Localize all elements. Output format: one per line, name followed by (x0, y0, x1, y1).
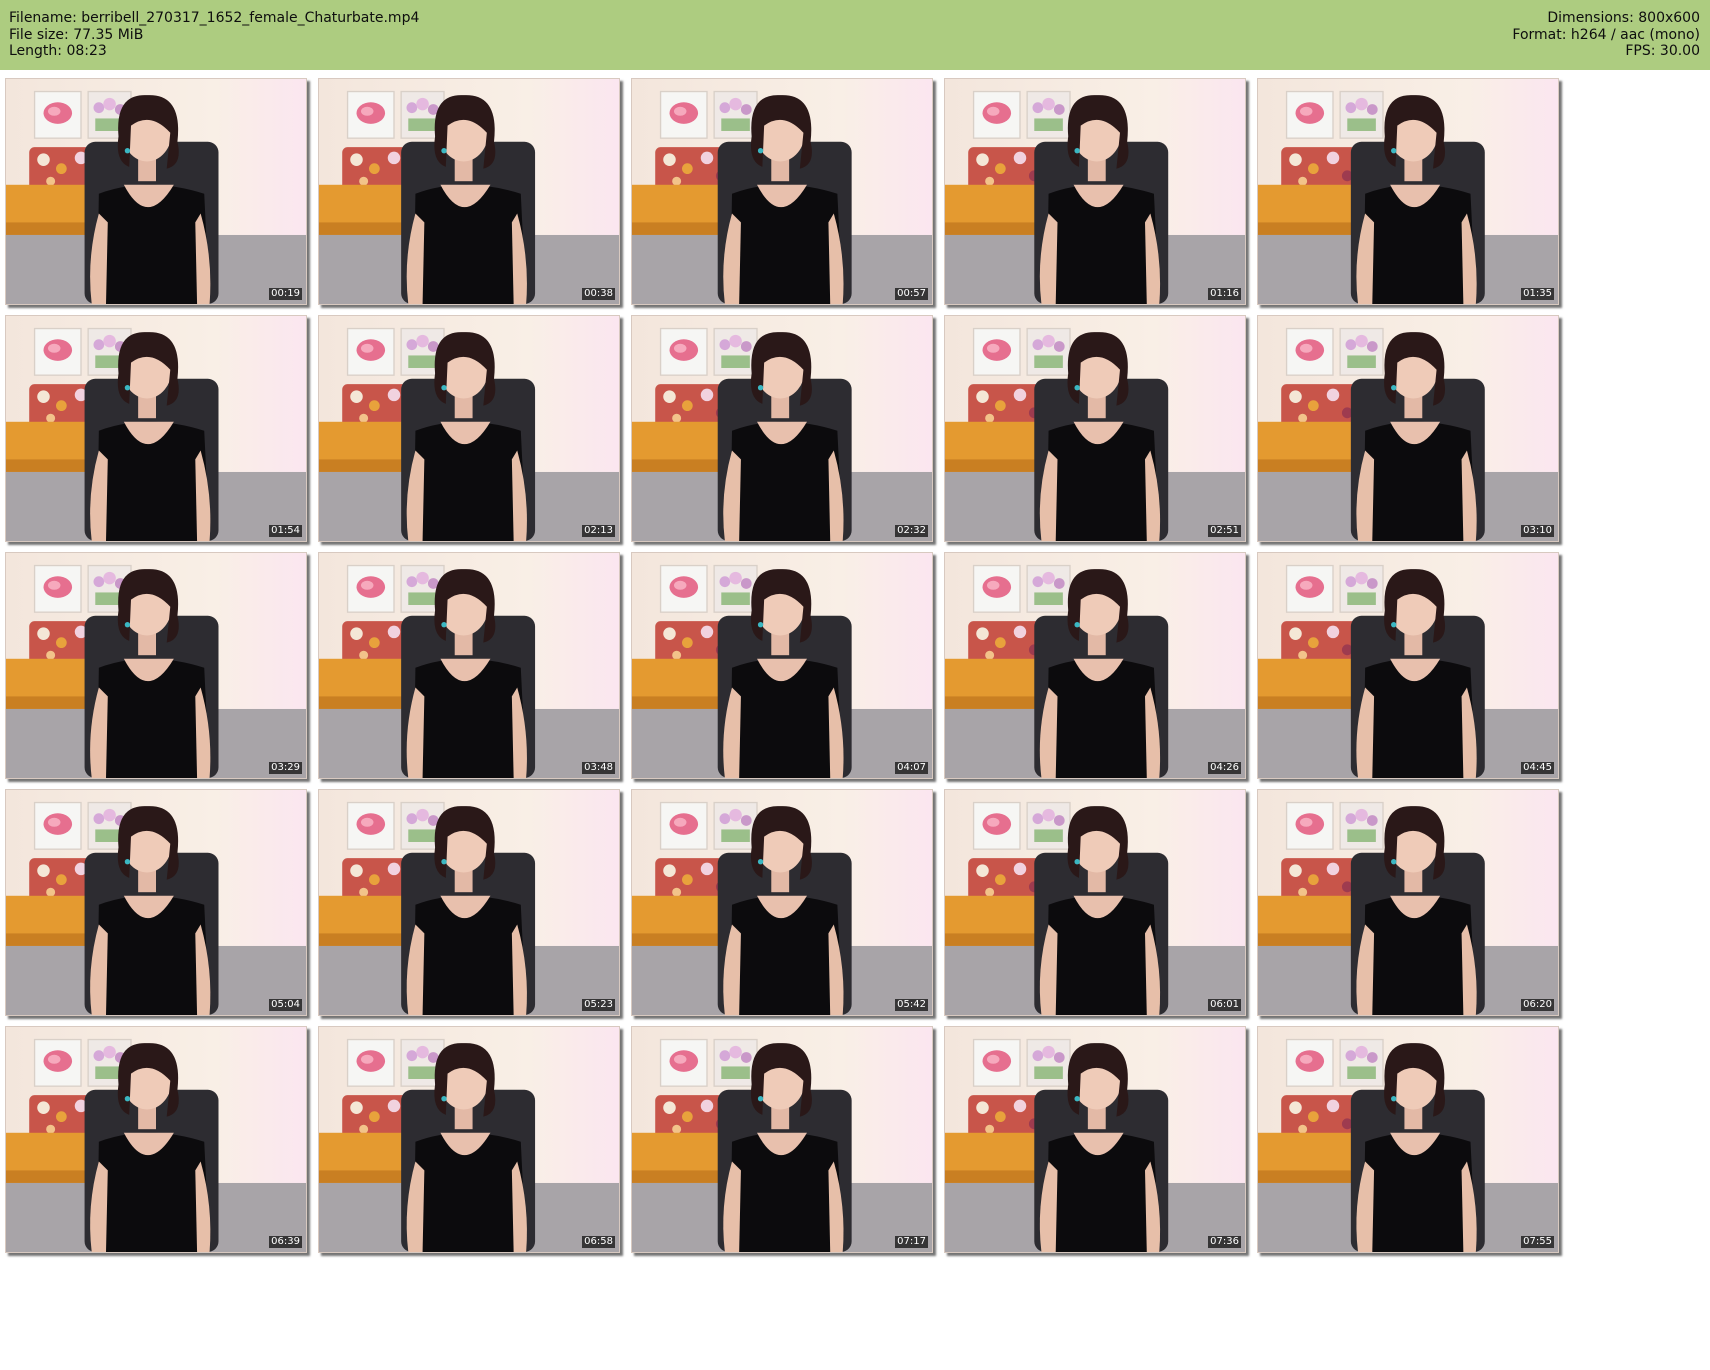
thumbnail-timestamp: 06:58 (582, 1236, 615, 1248)
info-right: Dimensions: 800x600 Format: h264 / aac (… (1512, 10, 1700, 60)
video-frame (945, 1027, 1245, 1252)
video-thumbnail[interactable]: 02:51 (944, 315, 1246, 542)
thumbnail-timestamp: 03:29 (269, 762, 302, 774)
video-thumbnail[interactable]: 00:19 (5, 78, 307, 305)
video-thumbnail[interactable]: 01:54 (5, 315, 307, 542)
video-frame (1258, 553, 1558, 778)
video-frame (945, 79, 1245, 304)
video-frame (6, 1027, 306, 1252)
thumbnail-timestamp: 03:48 (582, 762, 615, 774)
thumbnail-timestamp: 00:19 (269, 288, 302, 300)
thumbnail-timestamp: 02:13 (582, 525, 615, 537)
video-thumbnail[interactable]: 01:16 (944, 78, 1246, 305)
thumbnail-timestamp: 03:10 (1521, 525, 1554, 537)
video-thumbnail[interactable]: 01:35 (1257, 78, 1559, 305)
thumbnail-timestamp: 01:35 (1521, 288, 1554, 300)
info-left: Filename: berribell_270317_1652_female_C… (9, 10, 419, 60)
thumbnail-timestamp: 06:01 (1208, 999, 1241, 1011)
thumbnail-timestamp: 01:54 (269, 525, 302, 537)
video-thumbnail[interactable]: 02:32 (631, 315, 933, 542)
video-frame (632, 790, 932, 1015)
thumbnail-timestamp: 02:32 (895, 525, 928, 537)
video-frame (319, 1027, 619, 1252)
thumbnail-timestamp: 05:42 (895, 999, 928, 1011)
video-thumbnail[interactable]: 07:55 (1257, 1026, 1559, 1253)
video-frame (945, 316, 1245, 541)
thumbnail-timestamp: 00:57 (895, 288, 928, 300)
length-text: Length: 08:23 (9, 43, 107, 59)
fps-text: FPS: 30.00 (1625, 43, 1700, 59)
video-thumbnail[interactable]: 07:36 (944, 1026, 1246, 1253)
thumbnail-timestamp: 01:16 (1208, 288, 1241, 300)
filesize-text: File size: 77.35 MiB (9, 26, 144, 43)
video-frame (6, 316, 306, 541)
video-thumbnail[interactable]: 05:42 (631, 789, 933, 1016)
video-frame (945, 553, 1245, 778)
thumbnail-timestamp: 00:38 (582, 288, 615, 300)
video-frame (6, 553, 306, 778)
video-frame (945, 790, 1245, 1015)
video-thumbnail[interactable]: 04:07 (631, 552, 933, 779)
thumbnail-timestamp: 05:23 (582, 999, 615, 1011)
video-thumbnail[interactable]: 03:48 (318, 552, 620, 779)
thumbnail-timestamp: 05:04 (269, 999, 302, 1011)
video-frame (6, 790, 306, 1015)
thumbnail-grid: 00:19 00:38 00:57 01:16 01:35 01:54 02:1… (0, 78, 1710, 1370)
video-thumbnail[interactable]: 06:39 (5, 1026, 307, 1253)
video-thumbnail[interactable]: 02:13 (318, 315, 620, 542)
video-frame (1258, 1027, 1558, 1252)
video-thumbnail[interactable]: 00:38 (318, 78, 620, 305)
filename-text: Filename: berribell_270317_1652_female_C… (9, 10, 420, 26)
thumbnail-timestamp: 06:39 (269, 1236, 302, 1248)
thumbnail-timestamp: 04:07 (895, 762, 928, 774)
video-frame (1258, 790, 1558, 1015)
video-frame (1258, 316, 1558, 541)
thumbnail-timestamp: 04:45 (1521, 762, 1554, 774)
video-thumbnail[interactable]: 07:17 (631, 1026, 933, 1253)
video-thumbnail[interactable]: 03:29 (5, 552, 307, 779)
video-frame (319, 79, 619, 304)
video-thumbnail[interactable]: 04:45 (1257, 552, 1559, 779)
video-thumbnail[interactable]: 05:23 (318, 789, 620, 1016)
thumbnail-timestamp: 07:36 (1208, 1236, 1241, 1248)
video-frame (632, 79, 932, 304)
video-frame (1258, 79, 1558, 304)
thumbnail-timestamp: 07:55 (1521, 1236, 1554, 1248)
info-header: Filename: berribell_270317_1652_female_C… (0, 0, 1710, 70)
video-thumbnail[interactable]: 04:26 (944, 552, 1246, 779)
video-frame (632, 553, 932, 778)
thumbnail-timestamp: 02:51 (1208, 525, 1241, 537)
format-text: Format: h264 / aac (mono) (1512, 26, 1700, 43)
video-frame (632, 1027, 932, 1252)
video-thumbnail[interactable]: 06:58 (318, 1026, 620, 1253)
video-frame (632, 316, 932, 541)
thumbnail-timestamp: 04:26 (1208, 762, 1241, 774)
thumbnail-timestamp: 06:20 (1521, 999, 1554, 1011)
video-frame (319, 790, 619, 1015)
video-frame (6, 79, 306, 304)
video-thumbnail[interactable]: 05:04 (5, 789, 307, 1016)
video-frame (319, 316, 619, 541)
video-frame (319, 553, 619, 778)
video-thumbnail[interactable]: 06:01 (944, 789, 1246, 1016)
dimensions-text: Dimensions: 800x600 (1547, 10, 1700, 26)
video-thumbnail[interactable]: 06:20 (1257, 789, 1559, 1016)
video-thumbnail[interactable]: 03:10 (1257, 315, 1559, 542)
thumbnail-timestamp: 07:17 (895, 1236, 928, 1248)
video-thumbnail[interactable]: 00:57 (631, 78, 933, 305)
